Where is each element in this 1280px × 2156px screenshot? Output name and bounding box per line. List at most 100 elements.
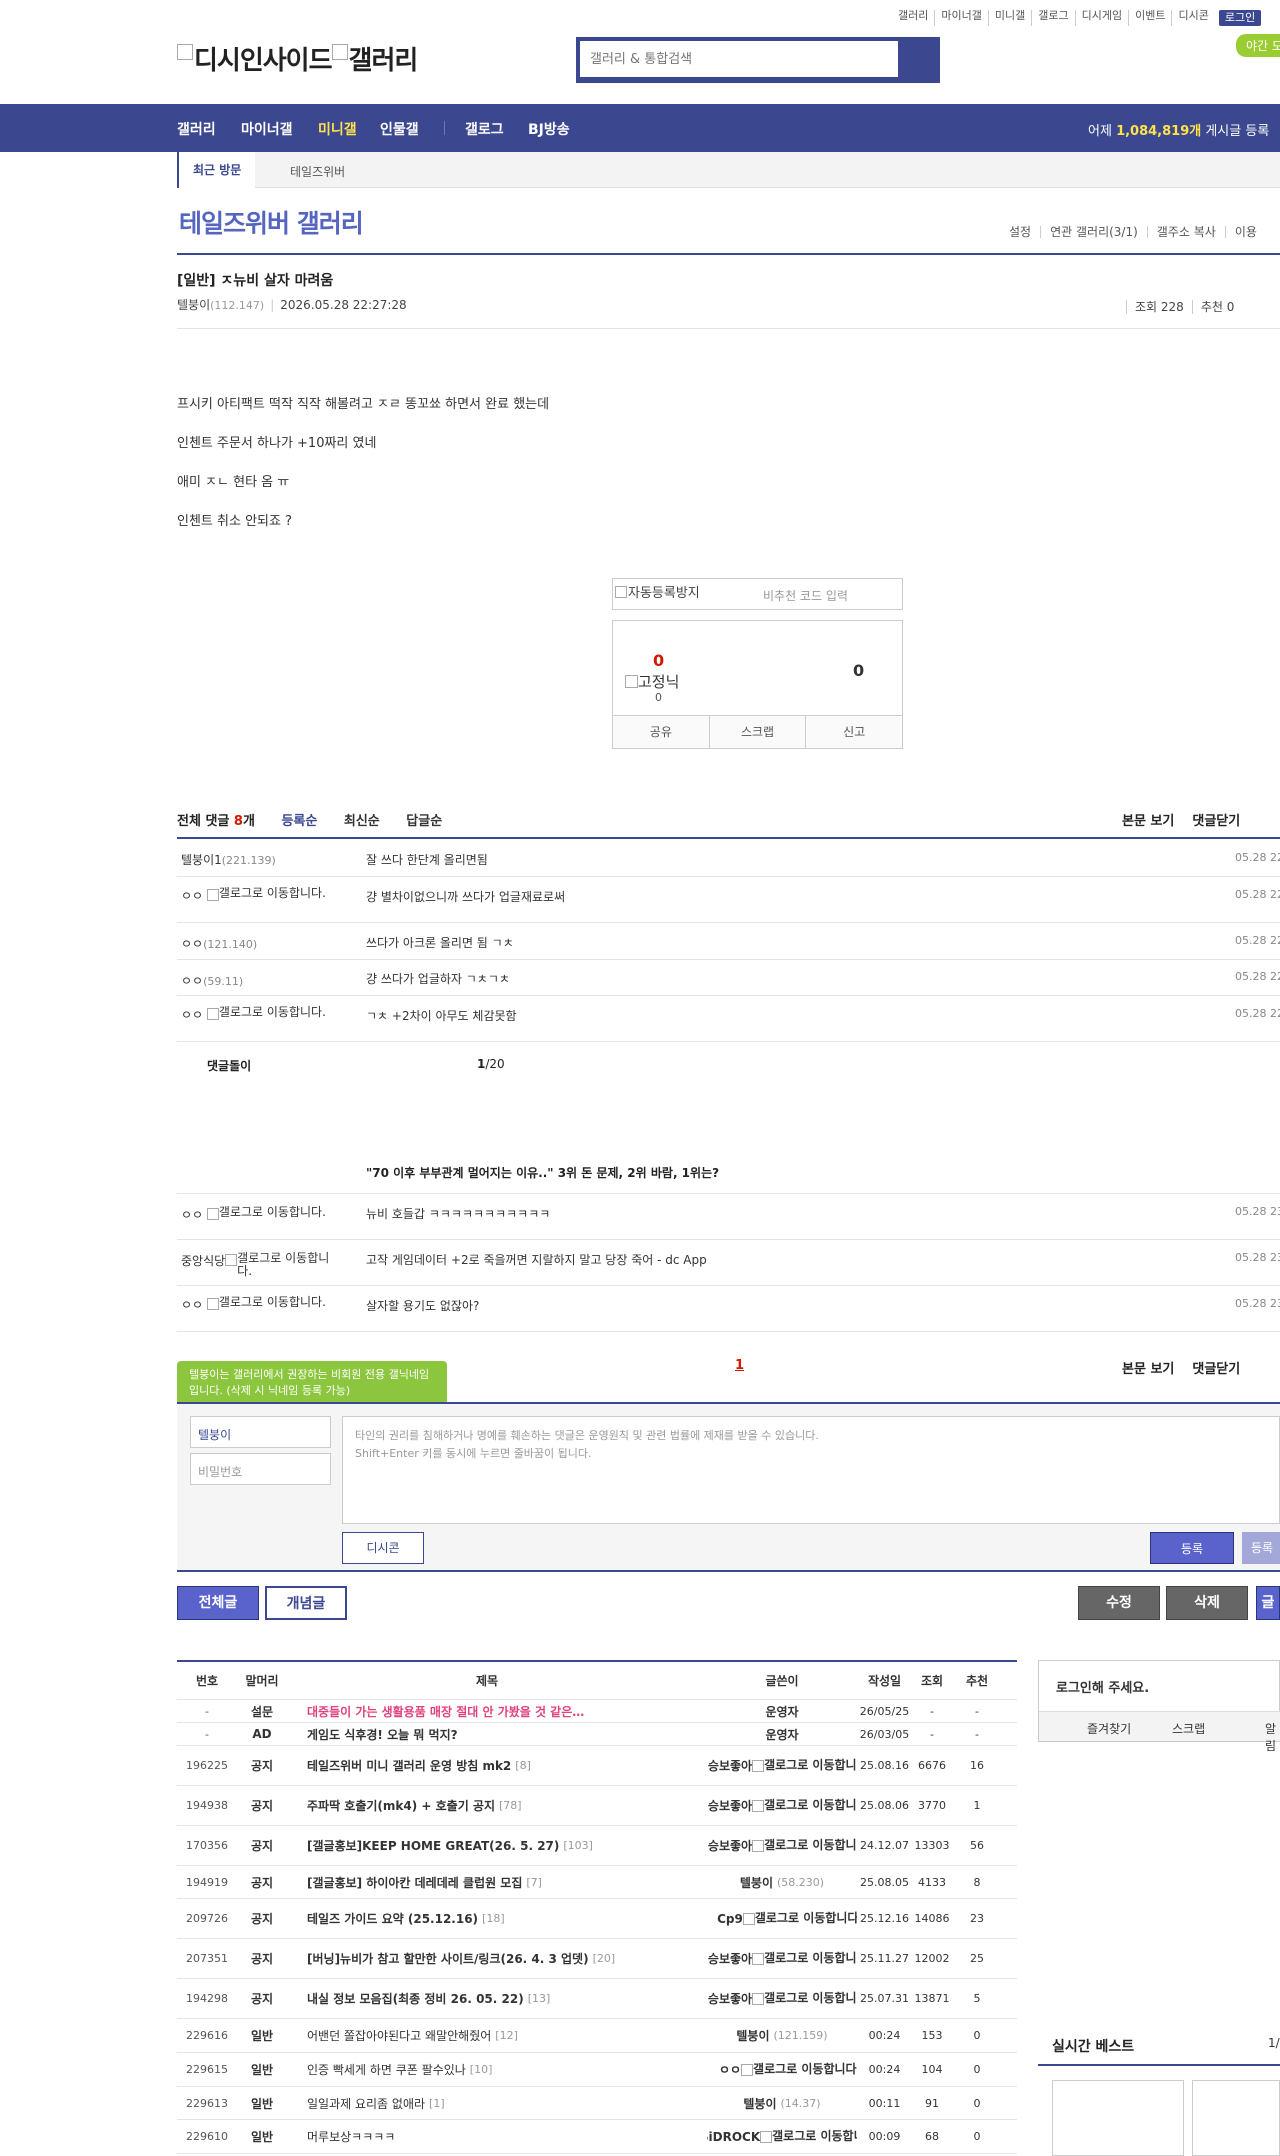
util-link-gallery[interactable]: 갤러리 (892, 10, 934, 26)
table-row[interactable]: 229615 일반 인증 빡세게 하면 쿠폰 팔수있나 [10] ㅇㅇ 갤로그로 이동합니… (177, 2053, 1017, 2087)
submit-button[interactable]: 등록 (1150, 1532, 1234, 1564)
concept-posts-button[interactable]: 개념글 (265, 1586, 347, 1620)
gallery-usage[interactable]: 이용 (1224, 226, 1266, 238)
reply-count[interactable]: [13] (528, 1992, 551, 2005)
comment-nick[interactable]: ㅇㅇ 갤로그로 이동합니다. (181, 1206, 339, 1223)
gallog-icon[interactable] (752, 1759, 765, 1772)
row-writer[interactable]: 운영자 (707, 1700, 857, 1722)
row-writer[interactable]: 텔붕이 (58.230) (707, 1866, 857, 1898)
table-row[interactable]: 194298 공지 내실 정보 모음집(최종 정비 26. 05. 22) [13] 승… (177, 1979, 1017, 2019)
reply-count[interactable]: [103] (563, 1839, 593, 1852)
comment-nick[interactable]: 중앙식당 갤로그로 이동합니다. (181, 1252, 333, 1278)
best-card[interactable] (1052, 2080, 1184, 2156)
scrap-button[interactable]: 스크랩 (708, 716, 806, 748)
nickname-field[interactable]: 텔붕이 (190, 1416, 331, 1448)
gallery-title[interactable]: 테일즈위버 갤러리 (179, 204, 364, 240)
row-writer[interactable]: 운영자 (707, 1723, 857, 1745)
gallog-icon[interactable] (225, 1254, 238, 1266)
row-writer[interactable]: SiDROCK갤로그로 이동합니다. (707, 2120, 857, 2153)
reply-count[interactable]: [1] (429, 2097, 445, 2110)
gallog-icon[interactable] (752, 1992, 765, 2005)
realtime-best-page[interactable]: 1/ (1268, 2036, 1280, 2050)
notification-link[interactable]: 알림 (1265, 1720, 1280, 1754)
recent-visit-tab[interactable]: 최근 방문 (177, 152, 256, 188)
post-author[interactable]: 텔붕이 (177, 298, 210, 312)
report-button[interactable]: 신고 (805, 716, 902, 748)
sort-registered[interactable]: 등록순 (281, 814, 317, 829)
night-mode-toggle[interactable]: 야간 모 (1236, 34, 1280, 57)
favorites-link[interactable]: 즐겨찾기 (1087, 1720, 1131, 1737)
gallog-icon[interactable] (760, 2130, 773, 2143)
view-body-button[interactable]: 본문 보기 (1122, 814, 1174, 829)
recommend-count[interactable]: 0 (653, 651, 664, 670)
util-link-event[interactable]: 이벤트 (1128, 10, 1171, 26)
comment-page-1[interactable]: 1 (735, 1358, 744, 1373)
nav-gallery[interactable]: 갤러리 (177, 119, 216, 139)
gallog-icon[interactable] (742, 1912, 755, 1925)
row-writer[interactable]: 텔붕이 (14.37) (707, 2087, 857, 2119)
delete-button[interactable]: 삭제 (1166, 1586, 1248, 1620)
table-row[interactable]: 194919 공지 [갤글홍보] 하이아칸 데레데레 클럽원 모집 [7] 텔붕이 (58… (177, 1866, 1017, 1899)
edit-button[interactable]: 수정 (1078, 1586, 1160, 1620)
gallog-icon[interactable] (752, 1952, 765, 1965)
reply-count[interactable]: [12] (495, 2029, 518, 2042)
reply-count[interactable]: [18] (482, 1912, 505, 1925)
reply-count[interactable]: [10] (470, 2063, 493, 2076)
close-comments-button[interactable]: 댓글닫기 (1192, 814, 1240, 829)
password-field[interactable]: 비밀번호 (190, 1453, 331, 1485)
sort-replies[interactable]: 답글순 (406, 814, 442, 829)
row-writer[interactable]: 승보좋아갤로그로 이동합니다. (707, 1939, 857, 1978)
table-row[interactable]: 207351 공지 [버닝]뉴비가 참고 할만한 사이트/링크(26. 4. 3 업… (177, 1939, 1017, 1979)
table-row[interactable]: 170356 공지 [갤글홍보]KEEP HOME GREAT(26. 5. 27)… (177, 1826, 1017, 1866)
comment-nick[interactable]: ㅇㅇ 갤로그로 이동합니다. (181, 1296, 339, 1313)
gallog-icon[interactable] (752, 1799, 765, 1812)
comment-nick[interactable]: ㅇㅇ 갤로그로 이동합니다. (181, 1006, 339, 1023)
row-writer[interactable]: 텔붕이 (121.159) (707, 2019, 857, 2052)
row-writer[interactable]: ㅇㅇ 갤로그로 이동합니다. (707, 2053, 857, 2086)
gallog-icon[interactable] (206, 1208, 219, 1220)
all-posts-button[interactable]: 전체글 (177, 1586, 259, 1620)
comment-nick[interactable]: ㅇㅇ 갤로그로 이동합니다. (181, 887, 339, 904)
table-row[interactable]: - 설문 대중들이 가는 생활용품 매장 절대 안 가봤을 것 같은… 운영자 26/0… (177, 1700, 1017, 1723)
row-writer[interactable]: Cp9 갤로그로 이동합니다. (707, 1899, 857, 1938)
reply-count[interactable]: [8] (515, 1759, 531, 1772)
gallog-icon[interactable] (741, 2063, 754, 2076)
table-row[interactable]: 229616 일반 어밴던 쫄잡아야된다고 왜말안해줬어 [12] 텔붕이 (121.15… (177, 2019, 1017, 2053)
util-link-game[interactable]: 디시게임 (1074, 10, 1128, 26)
table-row[interactable]: 194938 공지 주파딱 호출기(mk4) + 호출기 공지 [78] 승보좋아 갤로그… (177, 1786, 1017, 1826)
close-comments-button[interactable]: 댓글닫기 (1192, 1362, 1240, 1377)
copy-gallery-url[interactable]: 갤주소 복사 (1146, 226, 1225, 238)
sort-latest[interactable]: 최신순 (344, 814, 380, 829)
ad-headline[interactable]: "70 이후 부부관계 멀어지는 이유.." 3위 돈 문제, 2위 바람, 1… (366, 1164, 719, 1181)
nav-minor[interactable]: 마이너갤 (241, 119, 293, 139)
nav-mini[interactable]: 미니갤 (318, 119, 357, 139)
downvote-count[interactable]: 0 (853, 661, 864, 680)
login-prompt[interactable]: 로그인해 주세요. (1056, 1677, 1149, 1696)
table-row[interactable]: 196225 공지 테일즈위버 미니 갤러리 운영 방침 mk2 [8] 승보좋아 갤로그… (177, 1746, 1017, 1786)
table-row[interactable]: 209726 공지 테일즈 가이드 요약 (25.12.16) [18] Cp9 갤로그로… (177, 1899, 1017, 1939)
captcha-input[interactable]: 비추천 코드 입력 (763, 587, 848, 604)
reply-count[interactable]: [20] (593, 1952, 616, 1965)
login-button[interactable]: 로그인 (1218, 10, 1262, 26)
related-gallery[interactable]: 연관 갤러리(3/1) (1040, 226, 1147, 238)
table-row[interactable]: 229613 일반 일일과제 요리좀 없애라 [1] 텔붕이 (14.37) 00:11 91… (177, 2087, 1017, 2120)
util-link-gallog[interactable]: 갤로그 (1031, 10, 1074, 26)
row-writer[interactable]: 승보좋아갤로그로 이동합니다. (707, 1746, 857, 1785)
util-link-dccon[interactable]: 디시콘 (1171, 10, 1214, 26)
comment-nick[interactable]: ㅇㅇ(59.11) (181, 972, 243, 989)
reply-count[interactable]: [78] (499, 1799, 522, 1812)
site-logo[interactable]: 디시인사이드 갤러리 (177, 40, 418, 77)
search-input[interactable] (580, 41, 898, 77)
dccon-button[interactable]: 디시콘 (342, 1532, 424, 1564)
share-button[interactable]: 공유 (613, 716, 709, 748)
nav-person[interactable]: 인물갤 (380, 119, 419, 139)
row-writer[interactable]: 승보좋아갤로그로 이동합니다. (707, 1786, 857, 1825)
nav-gallog[interactable]: 갤로그 (465, 119, 504, 139)
gallog-icon[interactable] (206, 889, 219, 901)
search-button[interactable] (900, 41, 936, 77)
submit-alt-button[interactable]: 등록 (1242, 1532, 1280, 1564)
comment-nick[interactable]: 텔붕이1(221.139) (181, 851, 276, 868)
table-row[interactable]: 229610일반머루보상ㅋㅋㅋㅋSiDROCK갤로그로 이동합니다.00:096… (177, 2120, 1017, 2154)
write-button[interactable]: 글 (1256, 1586, 1280, 1620)
util-link-mini[interactable]: 미니갤 (987, 10, 1031, 26)
